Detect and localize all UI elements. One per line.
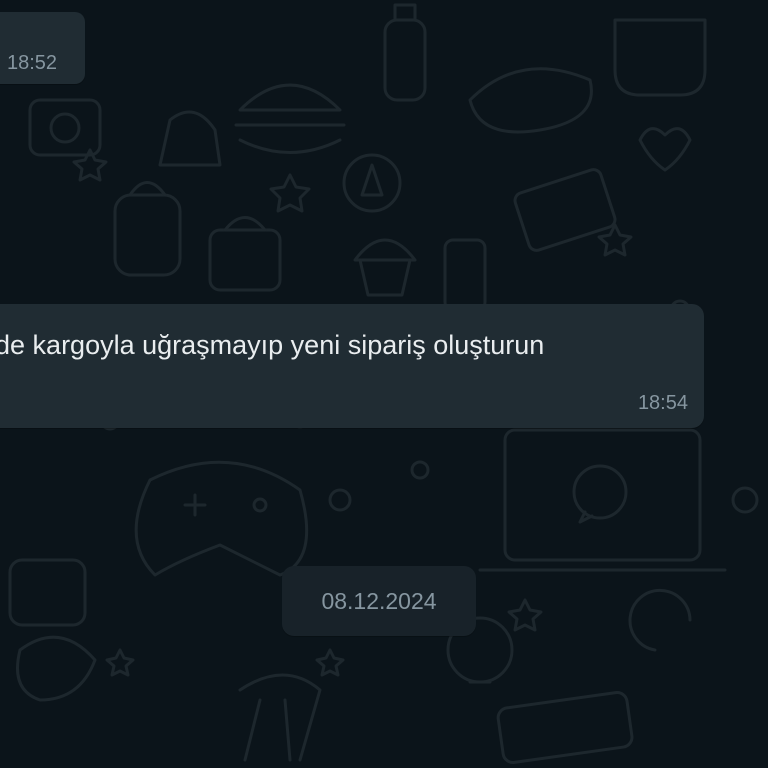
message-bubble-incoming[interactable]: 18:52 [0,12,85,84]
message-bubble-incoming[interactable]: ade kargoyla uğraşmayıp yeni sipariş olu… [0,304,704,428]
message-timestamp: 18:54 [637,392,688,414]
message-timestamp: 18:52 [7,52,58,74]
date-separator: 08.12.2024 [282,566,476,636]
message-text: ade kargoyla uğraşmayıp yeni sipariş olu… [0,330,545,360]
